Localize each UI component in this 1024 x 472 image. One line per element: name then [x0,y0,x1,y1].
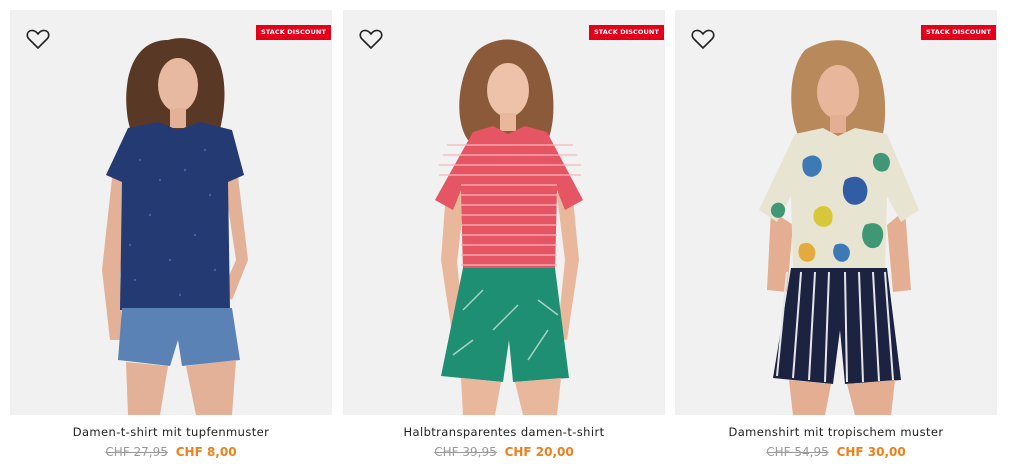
original-price: CHF 27,95 [105,445,168,459]
stack-discount-badge: STACK DISCOUNT [255,25,331,40]
product-price: CHF 54,95 CHF 30,00 [675,445,997,459]
product-image[interactable]: STACK DISCOUNT [10,10,332,415]
model-photo [435,39,583,415]
model-photo [759,40,919,415]
product-name[interactable]: Damen-t-shirt mit tupfenmuster [10,425,332,439]
product-card[interactable]: STACK DISCOUNT Halbtransparentes damen-t… [343,10,665,470]
product-name[interactable]: Halbtransparentes damen-t-shirt [343,425,665,439]
wishlist-heart-icon[interactable] [691,28,715,50]
sale-price: CHF 20,00 [504,445,574,459]
product-card[interactable]: STACK DISCOUNT Damen-t-shirt mit tupfenm… [10,10,332,470]
product-image[interactable]: STACK DISCOUNT [675,10,997,415]
sale-price: CHF 30,00 [836,445,906,459]
wishlist-heart-icon[interactable] [26,28,50,50]
product-price: CHF 39,95 CHF 20,00 [343,445,665,459]
product-image[interactable]: STACK DISCOUNT [343,10,665,415]
product-price: CHF 27,95 CHF 8,00 [10,445,332,459]
sale-price: CHF 8,00 [175,445,237,459]
stack-discount-badge: STACK DISCOUNT [588,25,664,40]
model-photo [102,38,248,415]
original-price: CHF 39,95 [434,445,497,459]
stack-discount-badge: STACK DISCOUNT [920,25,996,40]
product-grid: STACK DISCOUNT Damen-t-shirt mit tupfenm… [10,10,1000,470]
product-card[interactable]: STACK DISCOUNT Damenshirt mit tropischem… [675,10,997,470]
wishlist-heart-icon[interactable] [359,28,383,50]
product-name[interactable]: Damenshirt mit tropischem muster [675,425,997,439]
original-price: CHF 54,95 [766,445,829,459]
